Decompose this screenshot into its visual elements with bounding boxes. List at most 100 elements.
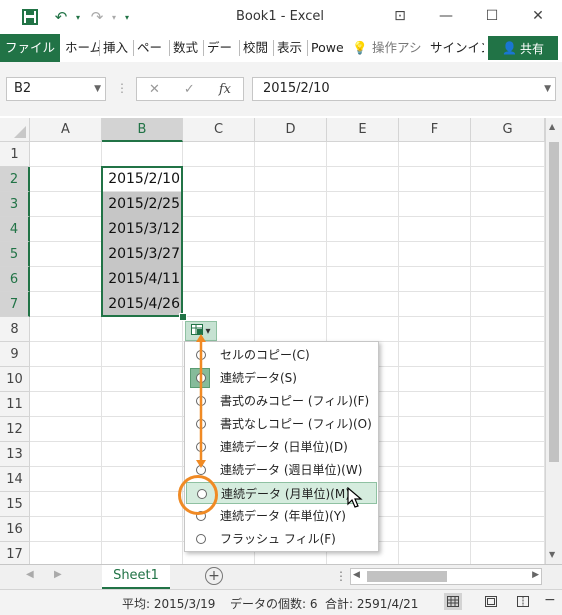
tab-insert[interactable]: 挿入 xyxy=(103,34,131,62)
vertical-scrollbar[interactable]: ▲ ▼ xyxy=(545,118,562,564)
scroll-right-icon[interactable]: ▶ xyxy=(54,569,62,580)
cancel-icon[interactable]: ✕ xyxy=(149,82,160,97)
chevron-down-icon[interactable]: ▼ xyxy=(94,78,101,100)
scroll-thumb[interactable] xyxy=(367,571,447,582)
formula-buttons: ✕ ✓ fx xyxy=(136,77,244,101)
annotation-arrow xyxy=(196,334,206,468)
lightbulb-icon: 💡 xyxy=(352,40,368,55)
row-header-11[interactable]: 11 xyxy=(0,392,30,417)
row-header-3[interactable]: 3 xyxy=(0,192,30,217)
status-average: 平均: 2015/3/19 xyxy=(122,597,216,611)
tab-page-layout[interactable]: ペー xyxy=(137,34,167,62)
sheet-tab-sheet1[interactable]: Sheet1 xyxy=(102,565,170,590)
more-icon: ⋮ xyxy=(116,81,128,95)
row-header-12[interactable]: 12 xyxy=(0,417,30,442)
insert-function-icon[interactable]: fx xyxy=(219,82,231,97)
undo-icon[interactable]: ↶ xyxy=(50,6,72,28)
status-count: データの個数: 6 xyxy=(230,597,318,611)
sign-in-link[interactable]: サインイン xyxy=(430,34,484,62)
enter-icon[interactable]: ✓ xyxy=(184,82,195,97)
add-sheet-icon[interactable]: + xyxy=(205,567,223,585)
save-icon[interactable] xyxy=(18,6,42,28)
name-box[interactable]: B2 ▼ xyxy=(6,77,106,101)
row-header-8[interactable]: 8 xyxy=(0,317,30,342)
tab-review[interactable]: 校閲 xyxy=(243,34,271,62)
row-header-9[interactable]: 9 xyxy=(0,342,30,367)
tab-data[interactable]: デー xyxy=(207,34,237,62)
formula-value: 2015/2/10 xyxy=(263,81,330,96)
minimize-button[interactable]: — xyxy=(428,4,464,28)
status-sum: 合計: 2591/4/21 xyxy=(325,597,419,611)
close-button[interactable]: ✕ xyxy=(520,4,556,28)
person-icon: 👤 xyxy=(502,41,517,55)
ribbon-tabs: ファイル ホーム 挿入 ペー 数式 デー 校閲 表示 Powe 💡 操作アシ サ… xyxy=(0,34,562,63)
undo-dropdown-icon[interactable]: ▾ xyxy=(72,6,84,28)
formula-bar: B2 ▼ ⋮ ✕ ✓ fx 2015/2/10 ▼ xyxy=(0,62,562,116)
column-header-a[interactable]: A xyxy=(30,118,102,142)
column-header-e[interactable]: E xyxy=(327,118,399,142)
tab-file[interactable]: ファイル xyxy=(0,34,60,62)
redo-icon[interactable]: ↷ xyxy=(86,6,108,28)
window-title: Book1 - Excel xyxy=(235,9,325,24)
redo-dropdown-icon[interactable]: ▾ xyxy=(108,6,120,28)
row-header-6[interactable]: 6 xyxy=(0,267,30,292)
column-header-c[interactable]: C xyxy=(183,118,255,142)
tab-home[interactable]: ホーム xyxy=(65,34,99,62)
more-icon: ⋮ xyxy=(335,569,347,583)
maximize-button[interactable]: ☐ xyxy=(474,4,510,28)
column-header-b[interactable]: B xyxy=(102,118,183,142)
tab-power[interactable]: Powe xyxy=(311,34,343,62)
row-header-5[interactable]: 5 xyxy=(0,242,30,267)
autofill-options-menu: セルのコピー(C) 連続データ(S) 書式のみコピー (フィル)(F) 書式なし… xyxy=(184,341,379,552)
column-header-g[interactable]: G xyxy=(471,118,545,142)
row-header-4[interactable]: 4 xyxy=(0,217,30,242)
tab-formulas[interactable]: 数式 xyxy=(173,34,201,62)
sheet-tab-bar: ◀ ▶ Sheet1 + ⋮ ◀ ▶ xyxy=(0,564,562,590)
row-header-7[interactable]: 7 xyxy=(0,292,30,317)
scroll-right-icon[interactable]: ▶ xyxy=(532,570,539,580)
radio-icon xyxy=(196,534,206,544)
selection-border xyxy=(101,166,183,317)
tell-me-box[interactable]: 操作アシ xyxy=(372,34,424,62)
name-box-value: B2 xyxy=(14,81,32,96)
share-label: 共有 xyxy=(519,41,544,56)
menu-item-fill-days[interactable]: 連続データ (日単位)(D) xyxy=(186,436,377,458)
expand-formula-icon[interactable]: ▼ xyxy=(544,78,551,100)
column-header-f[interactable]: F xyxy=(399,118,471,142)
row-header-10[interactable]: 10 xyxy=(0,367,30,392)
menu-item-flash-fill[interactable]: フラッシュ フィル(F) xyxy=(186,528,377,550)
row-header-13[interactable]: 13 xyxy=(0,442,30,467)
row-header-16[interactable]: 16 xyxy=(0,517,30,542)
row-header-17[interactable]: 17 xyxy=(0,542,30,564)
customize-qat-icon[interactable]: ▾ xyxy=(120,6,134,28)
mouse-cursor-icon xyxy=(347,487,363,508)
annotation-circle xyxy=(178,475,218,515)
normal-view-icon[interactable] xyxy=(444,593,462,610)
row-header-15[interactable]: 15 xyxy=(0,492,30,517)
menu-item-fill-weekdays[interactable]: 連続データ (週日単位)(W) xyxy=(186,459,377,481)
scroll-up-icon[interactable]: ▲ xyxy=(549,122,555,131)
scroll-left-icon[interactable]: ◀ xyxy=(26,569,34,580)
row-header-2[interactable]: 2 xyxy=(0,167,30,192)
zoom-out-icon[interactable]: − xyxy=(544,592,556,608)
menu-item-copy-cells[interactable]: セルのコピー(C) xyxy=(186,344,377,366)
horizontal-scrollbar[interactable]: ◀ ▶ xyxy=(350,568,542,585)
status-bar: 平均: 2015/3/19 データの個数: 6 合計: 2591/4/21 − xyxy=(0,589,562,615)
page-layout-view-icon[interactable] xyxy=(482,593,500,610)
scroll-down-icon[interactable]: ▼ xyxy=(549,550,555,559)
row-header-14[interactable]: 14 xyxy=(0,467,30,492)
share-button[interactable]: 👤 共有 xyxy=(488,36,558,60)
select-all-corner[interactable] xyxy=(0,118,30,142)
menu-item-fill-formatting-only[interactable]: 書式のみコピー (フィル)(F) xyxy=(186,390,377,412)
scroll-left-icon[interactable]: ◀ xyxy=(353,570,360,580)
scroll-thumb[interactable] xyxy=(549,142,559,462)
ribbon-display-icon[interactable]: ⊡ xyxy=(382,4,418,28)
formula-input[interactable]: 2015/2/10 ▼ xyxy=(252,77,556,101)
menu-item-fill-series[interactable]: 連続データ(S) xyxy=(186,367,377,389)
menu-item-fill-without-formatting[interactable]: 書式なしコピー (フィル)(O) xyxy=(186,413,377,435)
column-header-d[interactable]: D xyxy=(255,118,327,142)
row-header-1[interactable]: 1 xyxy=(0,142,30,167)
fill-handle[interactable] xyxy=(179,313,187,321)
page-break-preview-icon[interactable] xyxy=(514,593,532,610)
tab-view[interactable]: 表示 xyxy=(277,34,305,62)
